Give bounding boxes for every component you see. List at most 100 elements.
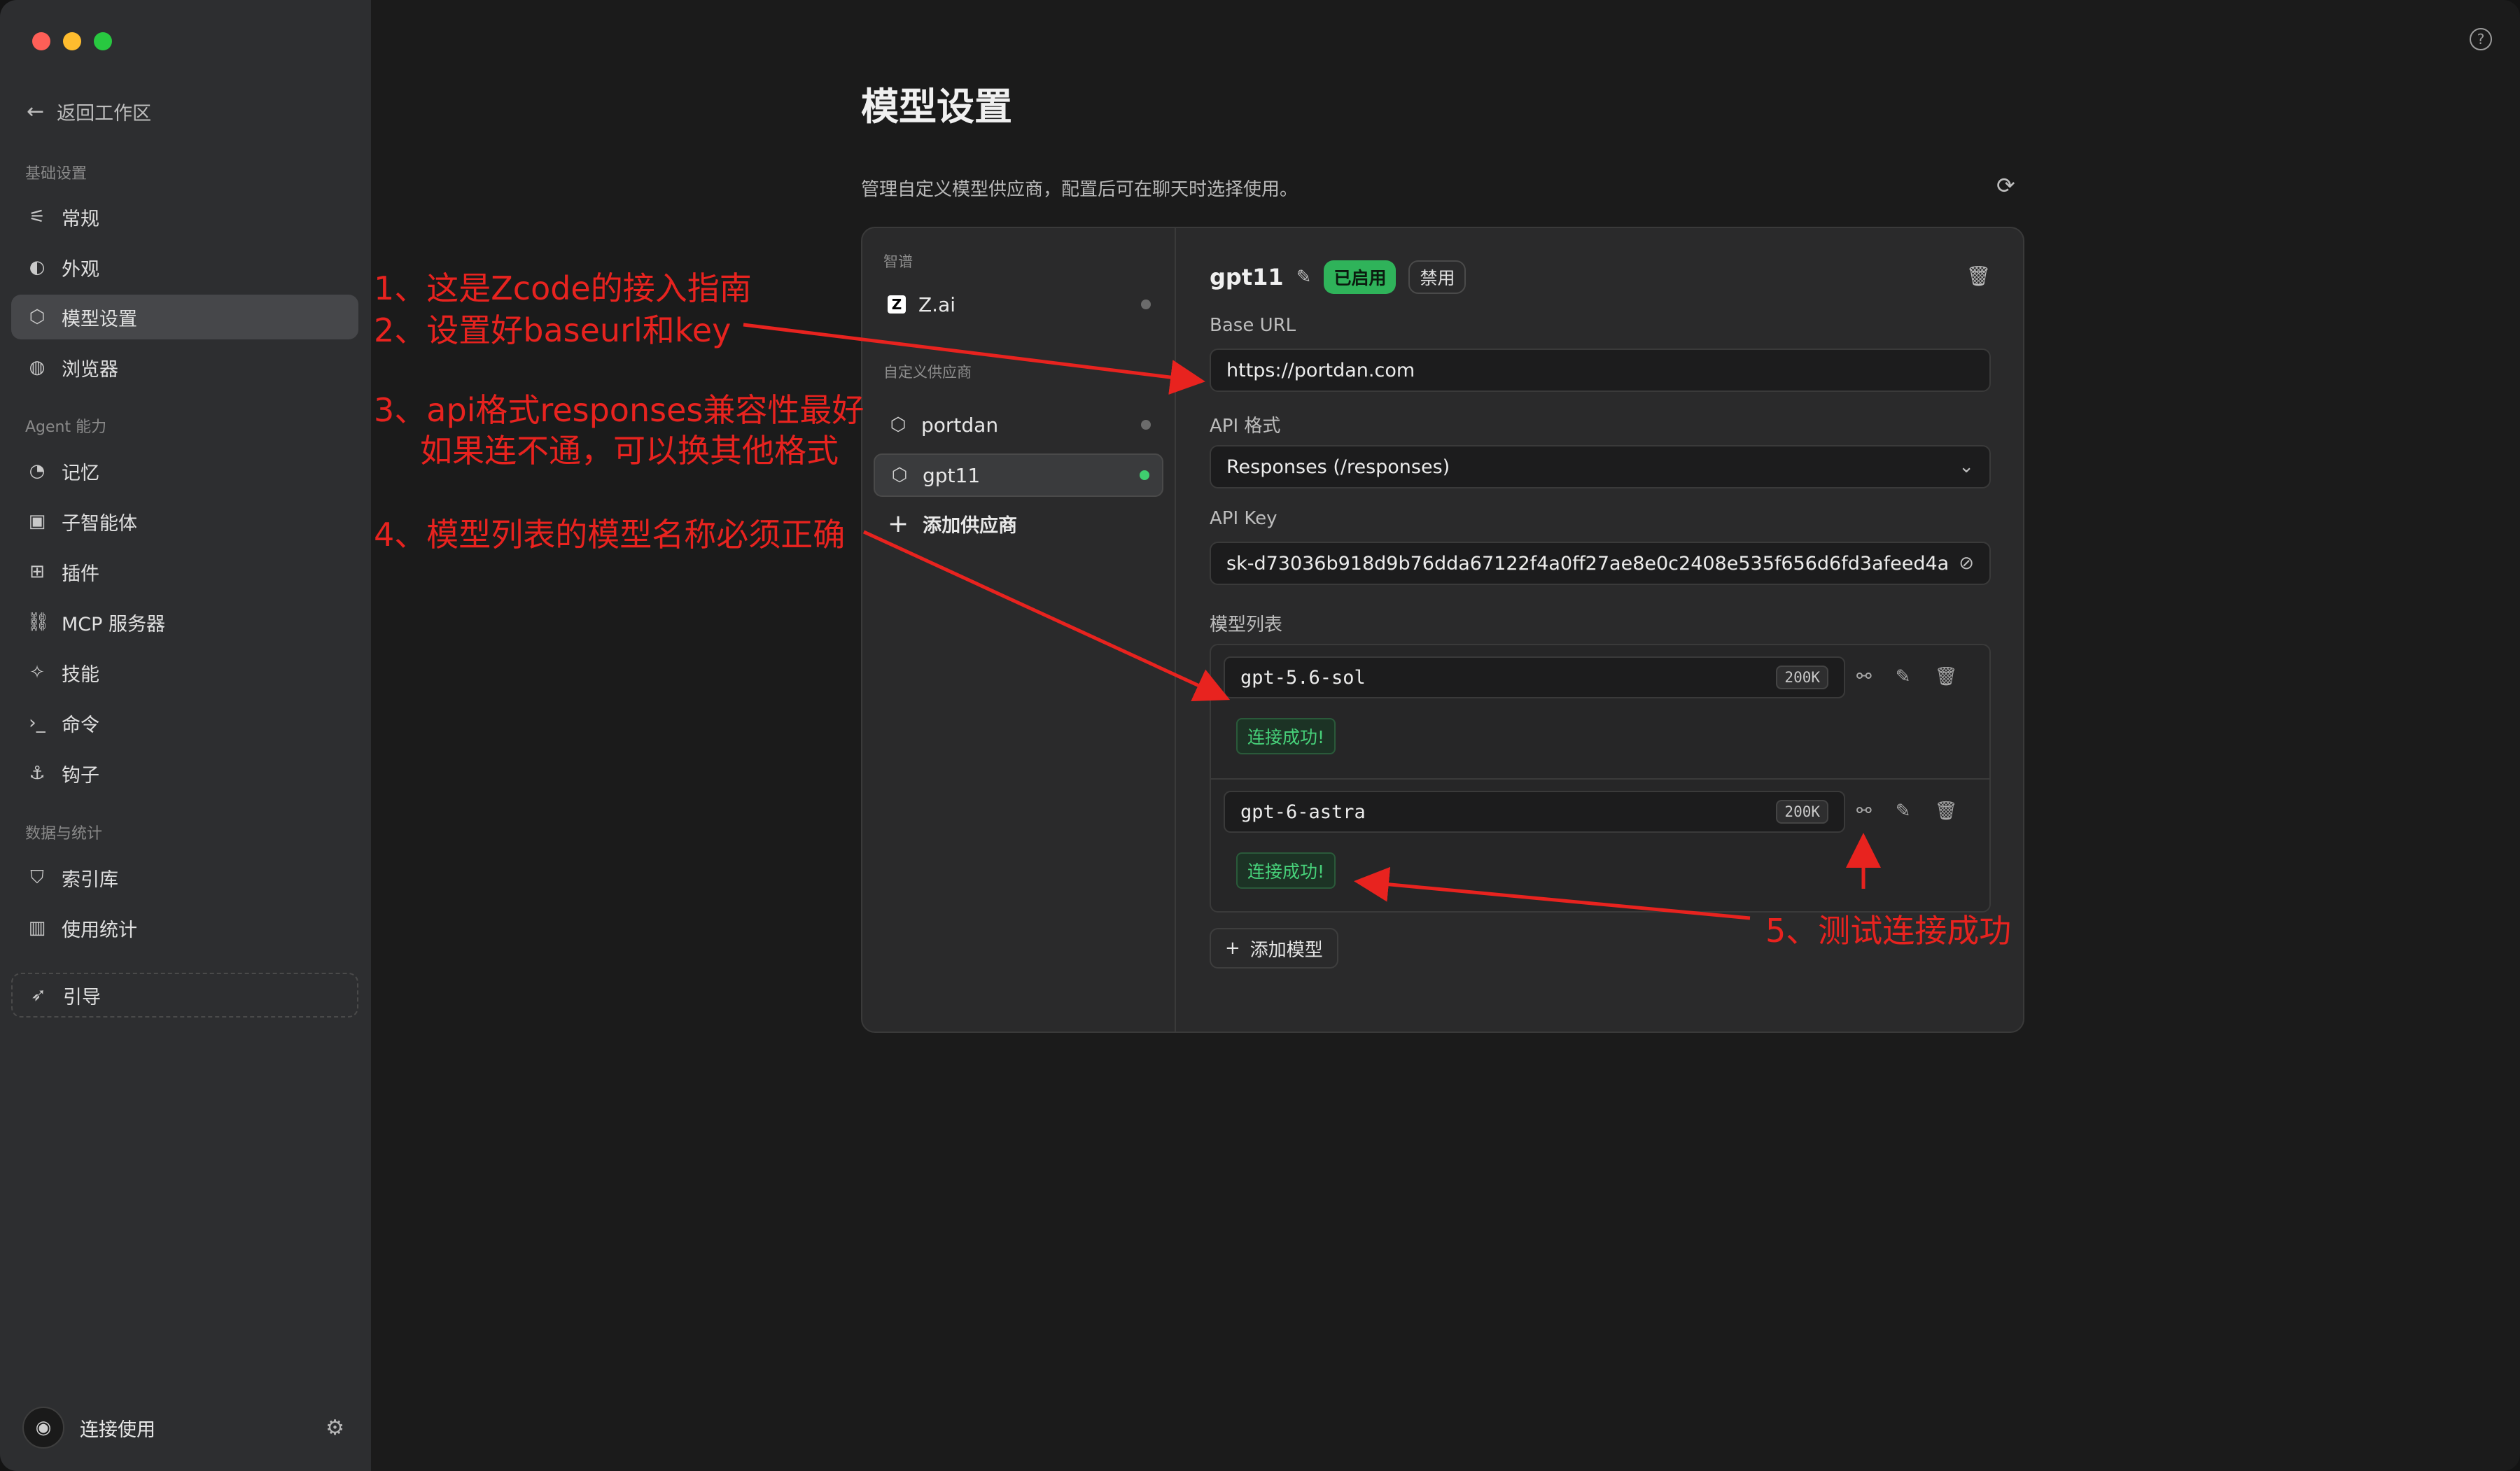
sidebar-item-usage[interactable]: ▥ 使用统计 <box>11 906 358 950</box>
api-key-label: API Key <box>1210 508 1278 529</box>
sidebar-item-mcp-servers[interactable]: ⛓ MCP 服务器 <box>11 600 358 645</box>
avatar: ◉ <box>22 1407 64 1449</box>
add-model-button[interactable]: + 添加模型 <box>1210 928 1338 969</box>
sidebar-item-appearance[interactable]: ◐ 外观 <box>11 245 358 290</box>
model-list: gpt-5.6-sol 200K ⚯ ✎ 🗑 连接成功! gpt-6-astra <box>1210 644 1991 913</box>
plus-icon: + <box>888 509 909 538</box>
sidebar-item-hooks[interactable]: ⚓ 钩子 <box>11 751 358 796</box>
sidebar-item-memory[interactable]: ◔ 记忆 <box>11 449 358 493</box>
model-name-input[interactable]: gpt-6-astra 200K <box>1224 791 1845 833</box>
provider-title: gpt11 <box>1210 264 1284 290</box>
help-icon[interactable]: ? <box>2470 28 2492 50</box>
group-label-data: 数据与统计 <box>25 825 103 843</box>
rocket-icon: ➶ <box>31 985 46 1006</box>
anchor-icon: ⚓ <box>29 763 46 784</box>
annotation-4: 4、模型列表的模型名称必须正确 <box>374 516 846 554</box>
annotation-3b: 如果连不通，可以换其他格式 <box>420 432 839 470</box>
robot-icon: ▣ <box>28 511 46 532</box>
shield-icon: ⛉ <box>30 866 44 888</box>
disable-button[interactable]: 禁用 <box>1408 260 1466 294</box>
puzzle-icon: ⊞ <box>29 561 45 582</box>
sidebar-item-commands[interactable]: ›_ 命令 <box>11 701 358 745</box>
provider-item-gpt11[interactable]: ⬡ gpt11 <box>874 453 1163 497</box>
sidebar-item-label: 引导 <box>63 986 101 1008</box>
add-provider-label: 添加供应商 <box>923 515 1018 537</box>
sidebar-item-skills[interactable]: ✧ 技能 <box>11 650 358 695</box>
provider-group-official: 智谱 <box>883 253 913 270</box>
test-connection-icon[interactable]: ⚯ <box>1856 801 1872 822</box>
provider-name: gpt11 <box>923 463 981 487</box>
sidebar-item-plugins[interactable]: ⊞ 插件 <box>11 549 358 594</box>
model-actions: ⚯ ✎ 🗑 <box>1856 666 1958 687</box>
context-badge: 200K <box>1776 800 1828 824</box>
model-name-input[interactable]: gpt-5.6-sol 200K <box>1224 656 1845 698</box>
zoom-window-button[interactable] <box>94 32 112 50</box>
provider-item-zai[interactable]: Z Z.ai <box>874 283 1163 326</box>
edit-model-icon[interactable]: ✎ <box>1896 666 1911 687</box>
page-title: 模型设置 <box>861 85 1012 129</box>
sidebar-item-label: 钩子 <box>62 764 99 787</box>
provider-list: 智谱 Z Z.ai 自定义供应商 ⬡ portdan ⬡ gpt11 + 添加供… <box>862 228 1176 1032</box>
brain-icon: ◔ <box>29 460 46 481</box>
api-format-select[interactable]: Responses (/responses) ⌄ <box>1210 445 1991 488</box>
api-key-value: sk-d73036b918d9b76dda67122f4a0ff27ae8e0c… <box>1226 552 1949 575</box>
globe-icon: ◍ <box>29 357 46 378</box>
group-label-basic: 基础设置 <box>25 165 88 183</box>
sidebar-item-label: 模型设置 <box>62 308 137 330</box>
wand-icon: ✧ <box>29 662 45 683</box>
api-format-label: API 格式 <box>1210 416 1281 437</box>
sidebar-item-general[interactable]: ⚟ 常规 <box>11 195 358 239</box>
base-url-value: https://portdan.com <box>1226 359 1415 381</box>
base-url-input[interactable]: https://portdan.com <box>1210 349 1991 392</box>
sidebar-item-label: 技能 <box>62 663 99 686</box>
context-badge: 200K <box>1776 666 1828 689</box>
arrow-left-icon: ← <box>27 99 45 124</box>
model-row: gpt-5.6-sol 200K ⚯ ✎ 🗑 连接成功! <box>1211 645 1989 780</box>
sidebar-item-label: 索引库 <box>62 868 118 891</box>
sidebar-item-subagents[interactable]: ▣ 子智能体 <box>11 499 358 544</box>
api-format-value: Responses (/responses) <box>1226 456 1450 478</box>
model-row: gpt-6-astra 200K ⚯ ✎ 🗑 连接成功! <box>1211 780 1989 914</box>
cube-icon: ⬡ <box>891 465 908 486</box>
sidebar-item-label: 外观 <box>62 258 99 281</box>
connection-status: 连接成功! <box>1236 718 1336 754</box>
server-icon: ⛓ <box>27 612 50 633</box>
eye-off-icon[interactable]: ⊘ <box>1949 553 1974 574</box>
model-list-label: 模型列表 <box>1210 614 1283 635</box>
sidebar-item-label: MCP 服务器 <box>62 613 166 635</box>
delete-model-icon[interactable]: 🗑 <box>1935 666 1958 687</box>
palette-icon: ◐ <box>29 257 46 278</box>
sliders-icon: ⚟ <box>29 206 46 227</box>
back-label: 返回工作区 <box>57 103 152 125</box>
sidebar-item-guide[interactable]: ➶ 引导 <box>11 973 358 1018</box>
sidebar-item-browser[interactable]: ◍ 浏览器 <box>11 345 358 390</box>
refresh-icon[interactable]: ⟳ <box>1996 172 2015 199</box>
model-name: gpt-6-astra <box>1240 801 1366 823</box>
user-profile[interactable]: ◉ 连接使用 ⚙ <box>22 1404 344 1451</box>
window-controls <box>32 32 112 50</box>
terminal-icon: ›_ <box>29 712 46 733</box>
sidebar-item-label: 记忆 <box>62 462 99 484</box>
provider-item-portdan[interactable]: ⬡ portdan <box>874 403 1163 446</box>
cube-icon: ⬡ <box>890 414 906 435</box>
close-window-button[interactable] <box>32 32 50 50</box>
gear-icon[interactable]: ⚙ <box>326 1416 344 1440</box>
bar-chart-icon: ▥ <box>28 917 46 938</box>
edit-model-icon[interactable]: ✎ <box>1896 801 1911 822</box>
group-label-agent: Agent 能力 <box>25 418 107 436</box>
delete-provider-icon[interactable]: 🗑 <box>1966 265 1991 288</box>
add-provider-button[interactable]: + 添加供应商 <box>888 509 1017 538</box>
main-content: ? 模型设置 管理自定义模型供应商，配置后可在聊天时选择使用。 ⟳ 智谱 Z Z… <box>371 0 2520 1471</box>
back-to-workspace-link[interactable]: ← 返回工作区 <box>27 98 151 125</box>
edit-name-icon[interactable]: ✎ <box>1296 267 1312 288</box>
sidebar-item-model-settings[interactable]: ⬡ 模型设置 <box>11 295 358 339</box>
sidebar-item-index[interactable]: ⛉ 索引库 <box>11 855 358 900</box>
delete-model-icon[interactable]: 🗑 <box>1935 801 1958 822</box>
sidebar-item-label: 子智能体 <box>62 512 137 535</box>
api-key-input[interactable]: sk-d73036b918d9b76dda67122f4a0ff27ae8e0c… <box>1210 542 1991 585</box>
model-actions: ⚯ ✎ 🗑 <box>1856 801 1958 822</box>
sidebar-item-label: 命令 <box>62 714 99 736</box>
test-connection-icon[interactable]: ⚯ <box>1856 666 1872 687</box>
minimize-window-button[interactable] <box>63 32 81 50</box>
model-name: gpt-5.6-sol <box>1240 666 1366 689</box>
